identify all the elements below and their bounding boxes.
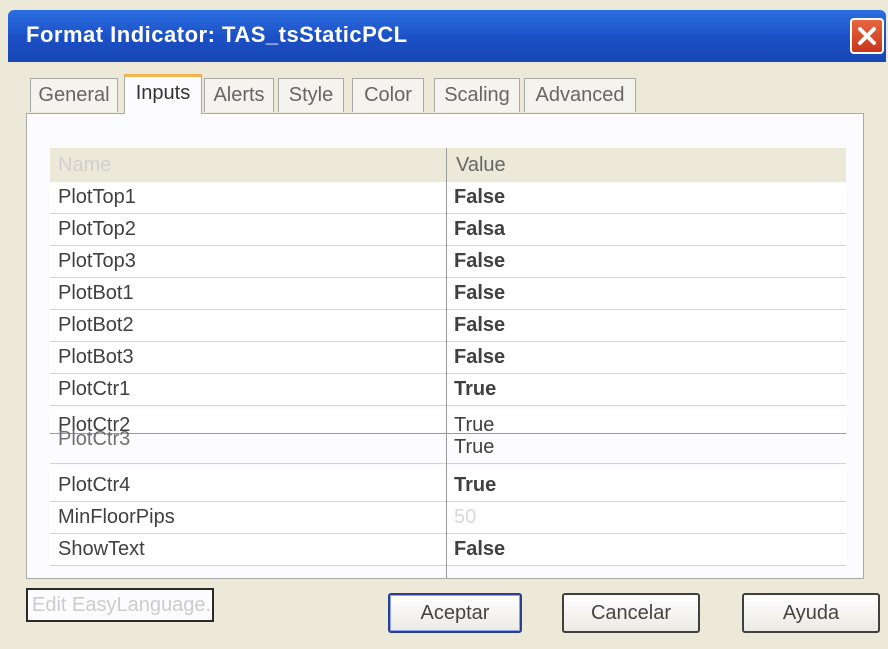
row-value[interactable]: True [454,436,494,459]
close-button[interactable] [850,18,884,54]
tab-inputs[interactable]: Inputs [124,74,202,114]
row-value[interactable]: False [454,538,505,561]
row-name: PlotCtr3 [58,428,131,450]
column-divider[interactable] [446,148,447,578]
table-row[interactable]: PlotBot3 False [50,342,846,374]
tab-color[interactable]: Color [352,78,424,112]
row-name: PlotTop1 [58,186,136,208]
table-row[interactable]: PlotTop2 Falsa [50,214,846,246]
row-value[interactable]: Falsa [454,218,505,241]
row-value[interactable]: False [454,346,505,369]
table-row[interactable]: PlotCtr1 True [50,374,846,406]
row-name: PlotBot1 [58,282,134,304]
tab-general[interactable]: General [30,78,118,112]
row-value[interactable]: True [454,378,496,401]
table-row[interactable]: PlotCtr3 True [50,428,846,464]
row-name: PlotTop2 [58,218,136,240]
table-row[interactable]: PlotCtr2 True [50,410,846,436]
table-row[interactable]: ShowText False [50,534,846,566]
title-bar[interactable]: Format Indicator: TAS_tsStaticPCL [8,10,886,62]
table-row[interactable]: MinFloorPips 50 [50,502,846,534]
row-name: PlotBot2 [58,314,134,336]
edit-easylanguage-button[interactable]: Edit EasyLanguage... [26,588,214,622]
accept-button[interactable]: Aceptar [388,593,522,633]
tab-advanced[interactable]: Advanced [524,78,636,112]
window-title: Format Indicator: TAS_tsStaticPCL [26,22,408,47]
grid-header: Name Value [50,148,846,183]
row-value[interactable]: False [454,250,505,273]
header-value[interactable]: Value [456,154,506,177]
table-row[interactable]: PlotTop3 False [50,246,846,278]
table-row[interactable]: PlotBot1 False [50,278,846,310]
row-name: PlotCtr4 [58,474,131,496]
row-value[interactable]: False [454,186,505,209]
tab-alerts[interactable]: Alerts [204,78,274,112]
cancel-button[interactable]: Cancelar [562,593,700,633]
row-name: MinFloorPips [58,506,175,528]
tab-scaling[interactable]: Scaling [434,78,520,112]
row-value[interactable]: True [454,474,496,497]
table-row[interactable]: PlotTop1 False [50,182,846,214]
help-button[interactable]: Ayuda [742,593,880,633]
close-icon [858,27,876,45]
row-value[interactable]: False [454,314,505,337]
header-name[interactable]: Name [58,154,111,177]
row-value[interactable]: False [454,282,505,305]
format-indicator-dialog: Format Indicator: TAS_tsStaticPCL Genera… [0,0,888,649]
row-name: PlotTop3 [58,250,136,272]
table-row[interactable]: PlotCtr4 True [50,470,846,502]
row-name: PlotCtr1 [58,378,131,400]
row-name: ShowText [58,538,145,560]
tab-style[interactable]: Style [278,78,344,112]
row-name: PlotBot3 [58,346,134,368]
table-row[interactable]: PlotBot2 False [50,310,846,342]
row-value[interactable]: 50 [454,506,476,529]
